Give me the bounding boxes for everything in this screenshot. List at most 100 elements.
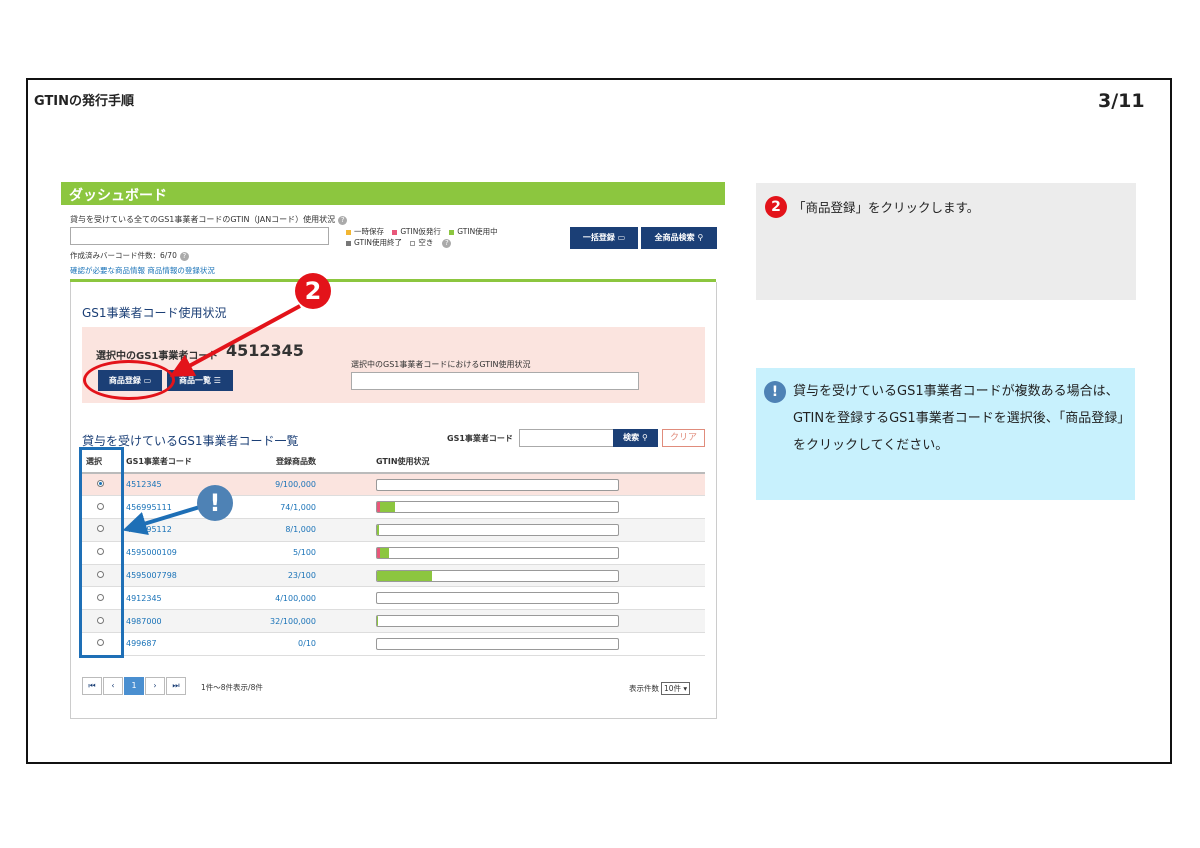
usage-panel-title: GS1事業者コード使用状況: [82, 306, 227, 320]
row-count[interactable]: 23/100: [242, 564, 322, 588]
usage-caption-text: 貸与を受けている全てのGS1事業者コードのGTIN（JANコード）使用状況: [70, 215, 336, 224]
status-links[interactable]: 確認が必要な商品情報 商品情報の登録状況: [70, 265, 215, 276]
table-row[interactable]: 4595007798 23/100: [82, 564, 705, 588]
register-highlight-ellipse: [83, 360, 175, 400]
row-usage-cell: [322, 609, 705, 634]
legend-item: GTIN使用中: [449, 227, 498, 236]
prev-page-button[interactable]: ‹: [103, 677, 123, 695]
step-text: 「商品登録」をクリックします。: [793, 200, 980, 215]
row-count[interactable]: 8/1,000: [242, 518, 322, 542]
row-code[interactable]: 4595000109: [122, 541, 242, 565]
per-page: 表示件数 10件 ▾: [629, 682, 691, 695]
row-usage-bar: [376, 501, 619, 514]
column-header: GS1事業者コード: [122, 451, 242, 474]
row-code[interactable]: 499687: [122, 632, 242, 656]
dashboard-screenshot: ダッシュボード 貸与を受けている全てのGS1事業者コードのGTIN（JANコード…: [61, 182, 725, 722]
search-icon: ⚲: [697, 233, 704, 242]
page-number: 3/11: [1098, 90, 1145, 112]
row-count[interactable]: 9/100,000: [242, 473, 322, 497]
selected-usage-label: 選択中のGS1事業者コードにおけるGTIN使用状況: [351, 360, 531, 369]
select-column-highlight: [79, 447, 124, 658]
table-row[interactable]: 456995111 74/1,000: [82, 495, 705, 520]
table-row[interactable]: 4595000109 5/100: [82, 541, 705, 565]
code-search-label: GS1事業者コード: [447, 434, 513, 443]
row-code[interactable]: 4987000: [122, 609, 242, 634]
barcode-count: 作成済みバーコード件数：6/70?: [70, 250, 189, 261]
row-usage-cell: [322, 495, 705, 520]
legend-item: 一時保存: [346, 227, 384, 236]
legend-swatch: [449, 229, 455, 235]
pager-info: 1件～8件表示/8件: [201, 683, 263, 692]
per-page-label: 表示件数: [629, 684, 659, 693]
clear-button[interactable]: クリア: [662, 429, 705, 447]
row-usage-cell: [322, 586, 705, 611]
row-count[interactable]: 32/100,000: [242, 609, 322, 634]
info-badge-on-screenshot: !: [197, 485, 233, 521]
row-usage-bar: [376, 615, 619, 628]
overall-usage-bar: [70, 227, 329, 245]
usage-fill: [377, 570, 433, 581]
code-search-input[interactable]: [519, 429, 615, 447]
table-row[interactable]: 4512345 9/100,000: [82, 473, 705, 497]
row-count[interactable]: 5/100: [242, 541, 322, 565]
first-page-button[interactable]: ⏮: [82, 677, 102, 695]
legend-swatch: [410, 240, 416, 246]
legend-item: 空き: [410, 238, 433, 247]
search-button[interactable]: 検索 ⚲: [613, 429, 658, 447]
search-all-button[interactable]: 全商品検索 ⚲: [641, 227, 717, 249]
row-usage-bar: [376, 478, 619, 491]
code-table: 選択 GS1事業者コード 登録商品数 GTIN使用状況 4512345 9/100…: [82, 451, 705, 656]
column-header: GTIN使用状況: [322, 451, 705, 474]
next-page-button[interactable]: ›: [145, 677, 165, 695]
row-usage-cell: [322, 632, 705, 656]
usage-legend: 一時保存 GTIN仮発行 GTIN使用中 GTIN使用終了 空き?: [346, 226, 546, 248]
step-badge: 2: [765, 196, 787, 218]
pagination: ⏮ ‹ 1 › ⏭: [82, 677, 187, 695]
table-row[interactable]: 4987000 32/100,000: [82, 609, 705, 634]
help-icon[interactable]: ?: [179, 252, 189, 261]
legend-item: GTIN仮発行: [392, 227, 441, 236]
last-page-button[interactable]: ⏭: [166, 677, 186, 695]
legend-swatch: [346, 240, 351, 246]
page-1-button[interactable]: 1: [124, 677, 144, 695]
usage-fill-pink: [377, 502, 380, 513]
row-usage-cell: [322, 518, 705, 542]
info-icon: !: [764, 381, 786, 403]
row-usage-cell: [322, 564, 705, 588]
bulk-register-button[interactable]: 一括登録 ▭: [570, 227, 638, 249]
row-count[interactable]: 0/10: [242, 632, 322, 656]
row-code[interactable]: 456995112: [122, 518, 242, 542]
usage-caption: 貸与を受けている全てのGS1事業者コードのGTIN（JANコード）使用状況?: [70, 214, 348, 225]
table-row[interactable]: 499687 0/10: [82, 632, 705, 656]
selected-code-value: 4512345: [226, 341, 304, 360]
row-usage-bar: [376, 592, 619, 605]
table-row[interactable]: 4912345 4/100,000: [82, 586, 705, 611]
usage-fill: [377, 524, 379, 535]
table-header-row: 選択 GS1事業者コード 登録商品数 GTIN使用状況: [82, 451, 705, 474]
doc-title: GTINの発行手順: [34, 94, 135, 109]
row-usage-bar: [376, 637, 619, 650]
dashboard-header: ダッシュボード: [61, 182, 725, 205]
row-count[interactable]: 74/1,000: [242, 495, 322, 520]
legend-item: GTIN使用終了: [346, 238, 402, 247]
row-code[interactable]: 4595007798: [122, 564, 242, 588]
help-icon[interactable]: ?: [442, 239, 452, 248]
row-usage-bar: [376, 523, 619, 536]
column-header: 登録商品数: [242, 451, 322, 474]
selected-code-label: 選択中のGS1事業者コード: [96, 351, 219, 362]
step-badge-on-screenshot: 2: [295, 273, 331, 309]
selected-usage-bar: [351, 372, 639, 390]
row-code[interactable]: 4912345: [122, 586, 242, 611]
row-usage-bar: [376, 569, 619, 582]
usage-fill: [377, 616, 378, 627]
legend-swatch: [346, 229, 351, 235]
table-row[interactable]: 456995112 8/1,000: [82, 518, 705, 542]
info-text: 貸与を受けているGS1事業者コードが複数ある場合は、GTINを登録するGS1事業…: [793, 384, 1131, 453]
usage-fill-pink: [377, 547, 380, 558]
row-count[interactable]: 4/100,000: [242, 586, 322, 611]
product-list-button[interactable]: 商品一覧 ☰: [167, 370, 233, 391]
help-icon[interactable]: ?: [338, 216, 348, 225]
per-page-select[interactable]: 10件 ▾: [661, 682, 691, 695]
row-usage-cell: [322, 473, 705, 497]
row-usage-bar: [376, 546, 619, 559]
